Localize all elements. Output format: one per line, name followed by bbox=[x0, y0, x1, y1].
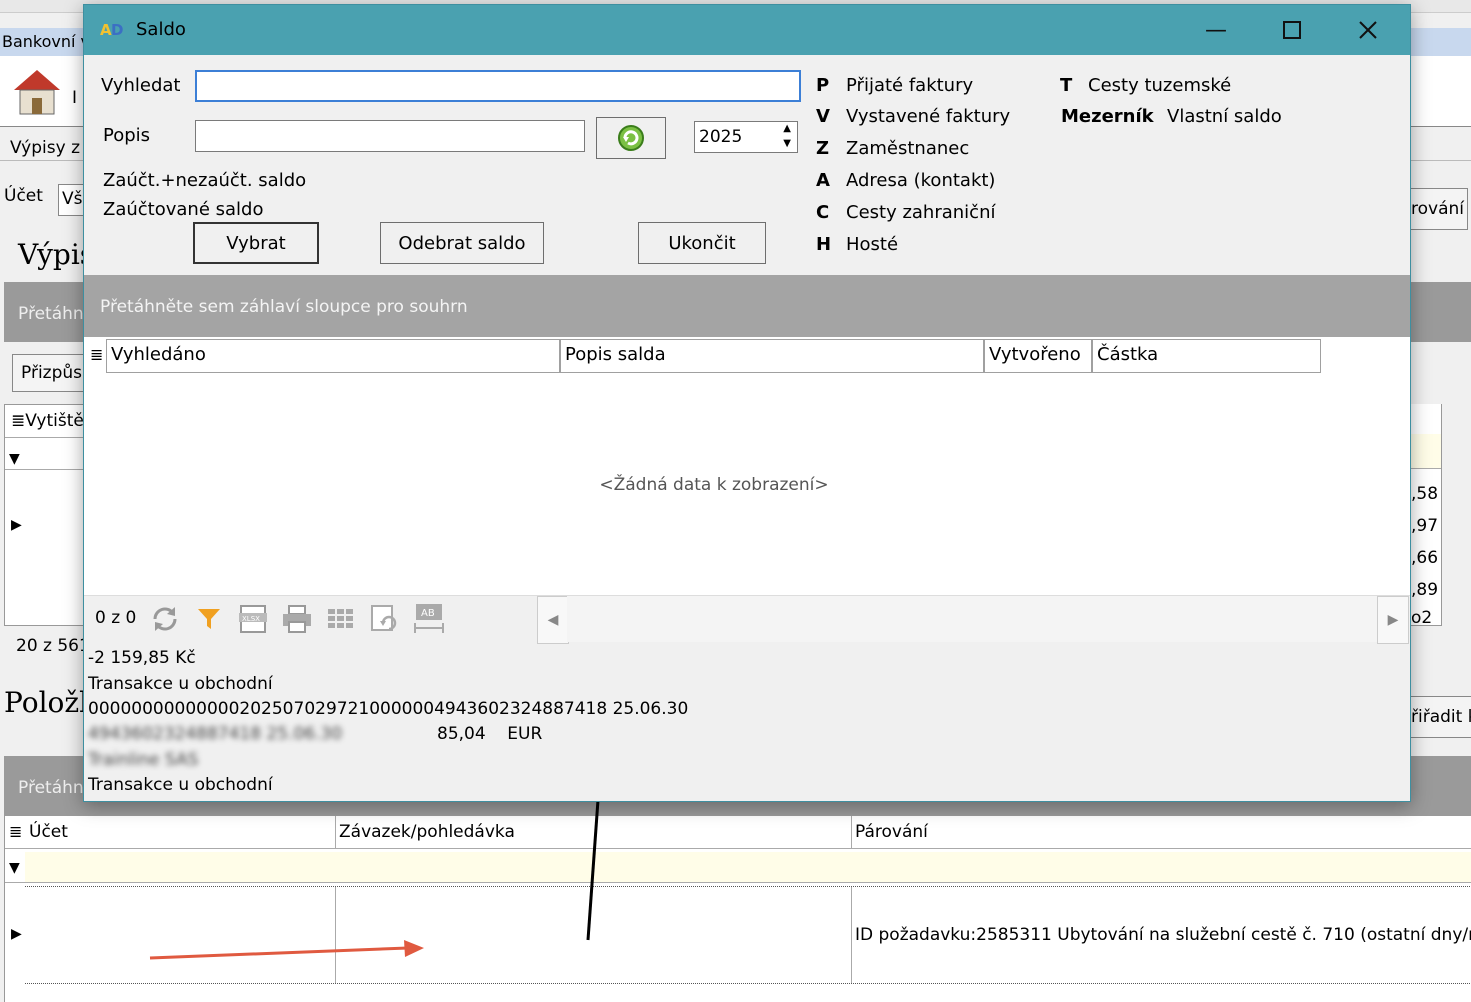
detail-amount: -2 159,85 Kč bbox=[88, 648, 196, 668]
svg-text:AB: AB bbox=[421, 608, 435, 619]
no-data-message: <Žádná data k zobrazení> bbox=[599, 475, 829, 495]
year-spinner[interactable]: 2025 ▲ ▼ bbox=[694, 121, 798, 153]
shortcut-key: V bbox=[816, 106, 830, 127]
filter-icon[interactable] bbox=[192, 602, 226, 636]
saldo-dialog: AD Saldo — Vyhledat Popis 2025 ▲ ▼ Zaúčt… bbox=[83, 4, 1411, 802]
maximize-button[interactable] bbox=[1254, 5, 1330, 55]
print-icon[interactable] bbox=[280, 602, 314, 636]
col-header-found[interactable]: Vyhledáno bbox=[106, 339, 560, 373]
group-hint: Přetáhněte sem záhlaví sloupce pro souhr… bbox=[100, 297, 468, 317]
spin-up-icon[interactable]: ▲ bbox=[783, 123, 791, 134]
shortcut-label: Přijaté faktury bbox=[846, 75, 974, 96]
export-xlsx-icon[interactable]: XLSX bbox=[236, 602, 270, 636]
dialog-title: Saldo bbox=[136, 19, 186, 40]
shortcut-key: A bbox=[816, 170, 830, 191]
shortcut-key: Z bbox=[816, 138, 830, 159]
shortcut-key: Mezerník bbox=[1061, 106, 1154, 127]
refresh-icon bbox=[618, 125, 644, 151]
svg-text:D: D bbox=[111, 21, 123, 39]
column-chooser-icon[interactable]: ≣ bbox=[90, 345, 103, 364]
saldo-all-label[interactable]: Zaúčt.+nezaúčt. saldo bbox=[103, 170, 306, 191]
grid-navigator: 0 z 0 XLSX AB ◀ ▶ bbox=[84, 595, 1410, 644]
close-button[interactable] bbox=[1330, 5, 1406, 55]
grid-layout-icon[interactable] bbox=[324, 602, 358, 636]
shortcut-label: Zaměstnanec bbox=[846, 138, 970, 159]
detail-line-3: Transakce u obchodní bbox=[88, 775, 273, 795]
svg-text:XLSX: XLSX bbox=[242, 615, 260, 623]
shortcut-key: P bbox=[816, 75, 830, 96]
search-label: Vyhledat bbox=[101, 75, 181, 96]
shortcut-label: Vlastní saldo bbox=[1167, 106, 1282, 127]
detail-line-1: Transakce u obchodní bbox=[88, 674, 273, 694]
dialog-titlebar[interactable]: AD Saldo — bbox=[84, 5, 1410, 55]
description-label: Popis bbox=[103, 125, 151, 146]
minimize-button[interactable]: — bbox=[1178, 5, 1254, 55]
detail-blurred-2: Trainline SAS bbox=[88, 750, 199, 770]
detail-line-2: 0000000000000020250702972100000049436023… bbox=[88, 699, 689, 719]
shortcut-label: Hosté bbox=[846, 234, 899, 255]
remove-saldo-button[interactable]: Odebrat saldo bbox=[380, 222, 544, 264]
layout-reset-icon[interactable] bbox=[368, 602, 402, 636]
red-arrow-head bbox=[404, 940, 424, 957]
shortcut-key: C bbox=[816, 202, 830, 223]
shortcut-key: H bbox=[816, 234, 832, 255]
black-arrow bbox=[586, 799, 600, 941]
detail-blurred-1: 4943602324887418 25.06.30 bbox=[88, 724, 343, 744]
record-count: 0 z 0 bbox=[95, 608, 137, 628]
detail-foreign-amount: 85,04 EUR bbox=[437, 724, 543, 744]
col-header-desc[interactable]: Popis salda bbox=[560, 339, 984, 373]
app-icon: AD bbox=[100, 19, 126, 39]
chevron-right-icon: ▶ bbox=[1387, 612, 1399, 628]
search-input[interactable] bbox=[195, 70, 801, 102]
refresh-button[interactable] bbox=[596, 117, 666, 159]
scroll-right-button[interactable]: ▶ bbox=[1377, 596, 1409, 644]
saldo-grid: ≣ Vyhledáno Popis salda Vytvořeno Částka… bbox=[84, 337, 1410, 595]
maximize-icon bbox=[1283, 21, 1301, 39]
col-header-amount[interactable]: Částka bbox=[1092, 339, 1321, 373]
shortcut-label: Adresa (kontakt) bbox=[846, 170, 996, 191]
close-dialog-button[interactable]: Ukončit bbox=[638, 222, 766, 264]
autofit-columns-icon[interactable]: AB bbox=[412, 602, 446, 636]
description-input[interactable] bbox=[195, 120, 585, 152]
saldo-booked-label[interactable]: Zaúčtované saldo bbox=[103, 199, 263, 220]
group-by-band[interactable]: Přetáhněte sem záhlaví sloupce pro souhr… bbox=[84, 275, 1410, 337]
year-value: 2025 bbox=[699, 127, 743, 147]
col-header-created[interactable]: Vytvořeno bbox=[984, 339, 1092, 373]
red-arrow bbox=[149, 946, 409, 960]
spin-down-icon[interactable]: ▼ bbox=[783, 138, 791, 149]
shortcut-label: Cesty zahraniční bbox=[846, 202, 996, 223]
shortcut-label: Cesty tuzemské bbox=[1088, 75, 1232, 96]
select-button[interactable]: Vybrat bbox=[193, 222, 319, 264]
scroll-left-button[interactable]: ◀ bbox=[537, 596, 569, 644]
horizontal-scrollbar[interactable] bbox=[567, 596, 1377, 642]
shortcut-key: T bbox=[1060, 75, 1073, 96]
refresh-icon[interactable] bbox=[148, 602, 182, 636]
shortcut-label: Vystavené faktury bbox=[846, 106, 1011, 127]
close-icon bbox=[1359, 21, 1377, 39]
chevron-left-icon: ◀ bbox=[547, 612, 559, 628]
minimize-icon: — bbox=[1205, 17, 1227, 43]
